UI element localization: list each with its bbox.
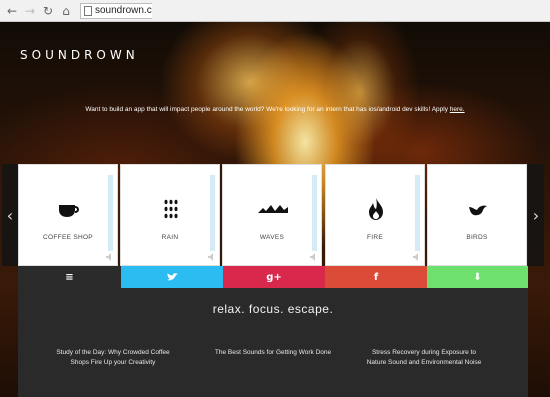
article-link-work-sounds[interactable]: The Best Sounds for Getting Work Done xyxy=(213,348,333,358)
speaker-icon[interactable] xyxy=(106,253,115,261)
flame-icon xyxy=(369,198,383,220)
waves-icon xyxy=(258,205,288,213)
forward-arrow-icon[interactable]: → xyxy=(22,3,38,19)
info-panel: relax. focus. escape. Study of the Day: … xyxy=(18,288,528,397)
googleplus-icon: g+ xyxy=(266,271,282,283)
share-bar: ≡ g+ f ⬇ xyxy=(0,266,550,288)
sound-label: COFFEE SHOP xyxy=(43,234,93,241)
article-link-coffee-creativity[interactable]: Study of the Day: Why Crowded Coffee Sho… xyxy=(53,348,173,367)
carousel-prev-button[interactable]: ‹ xyxy=(2,164,18,266)
speaker-icon[interactable] xyxy=(310,253,319,261)
url-text: soundrown.co xyxy=(95,5,152,16)
volume-slider[interactable] xyxy=(312,175,317,251)
page-icon xyxy=(84,5,92,16)
reload-icon[interactable]: ↻ xyxy=(40,3,56,19)
coffee-cup-icon xyxy=(59,205,79,217)
sound-tile-waves[interactable]: WAVES xyxy=(222,164,322,266)
sound-tile-birds[interactable]: BIRDS xyxy=(427,164,527,266)
volume-slider[interactable] xyxy=(108,175,113,251)
site-logo[interactable]: SOUNDROWN xyxy=(20,48,139,62)
volume-slider[interactable] xyxy=(415,175,420,251)
sound-label: BIRDS xyxy=(466,234,488,241)
raindrops-icon xyxy=(164,199,178,219)
back-arrow-icon[interactable]: ← xyxy=(4,3,20,19)
tagline: relax. focus. escape. xyxy=(212,302,334,316)
sound-label: WAVES xyxy=(259,234,285,241)
sound-label: FIRE xyxy=(366,234,383,241)
download-icon: ⬇ xyxy=(473,271,482,283)
announcement-banner: Want to build an app that will impact pe… xyxy=(0,106,550,113)
bird-icon xyxy=(469,205,487,216)
facebook-button[interactable]: f xyxy=(325,266,427,288)
menu-icon: ≡ xyxy=(65,271,74,283)
article-link-stress-recovery[interactable]: Stress Recovery during Exposure to Natur… xyxy=(363,348,485,367)
hero-background: SOUNDROWN Want to build an app that will… xyxy=(0,22,550,397)
facebook-icon: f xyxy=(373,271,379,283)
sound-carousel: ‹ COFFEE SHOP RAIN WAVES FIRE BIRDS › xyxy=(0,164,550,266)
twitter-icon xyxy=(166,272,178,280)
googleplus-button[interactable]: g+ xyxy=(223,266,325,288)
carousel-next-button[interactable]: › xyxy=(528,164,544,266)
sound-tile-coffee-shop[interactable]: COFFEE SHOP xyxy=(18,164,118,266)
app-download-button[interactable]: ⬇ xyxy=(427,266,528,288)
apply-link[interactable]: here. xyxy=(450,106,465,113)
volume-slider[interactable] xyxy=(210,175,215,251)
home-icon[interactable]: ⌂ xyxy=(58,3,74,19)
twitter-button[interactable] xyxy=(121,266,223,288)
address-bar[interactable]: soundrown.co xyxy=(80,2,152,19)
speaker-icon[interactable] xyxy=(413,253,422,261)
announcement-text: Want to build an app that will impact pe… xyxy=(85,106,450,113)
browser-toolbar: ← → ↻ ⌂ soundrown.co xyxy=(0,0,550,22)
menu-button[interactable]: ≡ xyxy=(18,266,121,288)
sound-label: RAIN xyxy=(161,234,179,241)
sound-tile-rain[interactable]: RAIN xyxy=(120,164,220,266)
sound-tile-fire[interactable]: FIRE xyxy=(325,164,425,266)
speaker-icon[interactable] xyxy=(208,253,217,261)
